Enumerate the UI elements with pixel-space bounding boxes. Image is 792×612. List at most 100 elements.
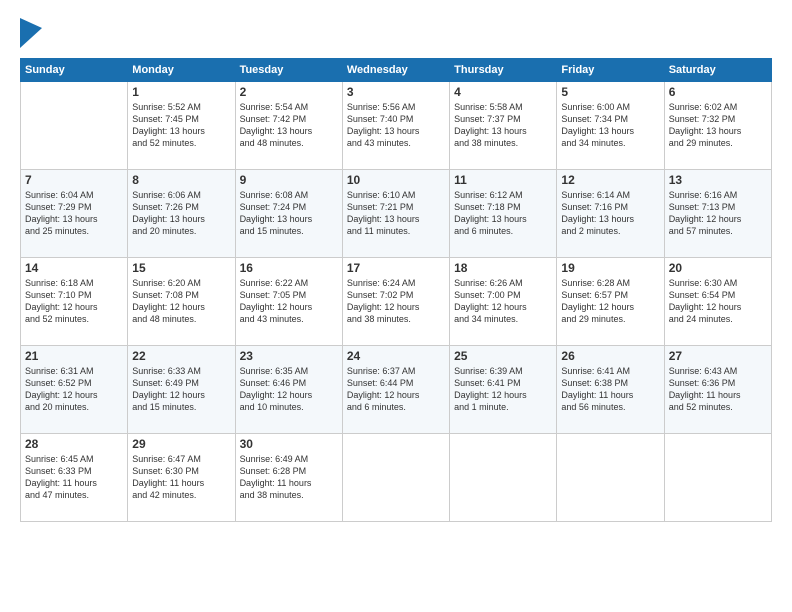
day-number: 30 <box>240 437 338 451</box>
day-info: Sunrise: 5:54 AM Sunset: 7:42 PM Dayligh… <box>240 101 338 150</box>
day-number: 10 <box>347 173 445 187</box>
day-number: 16 <box>240 261 338 275</box>
day-number: 25 <box>454 349 552 363</box>
day-info: Sunrise: 6:31 AM Sunset: 6:52 PM Dayligh… <box>25 365 123 414</box>
calendar-cell: 23 Sunrise: 6:35 AM Sunset: 6:46 PM Dayli… <box>235 346 342 434</box>
calendar-cell: 13 Sunrise: 6:16 AM Sunset: 7:13 PM Dayli… <box>664 170 771 258</box>
day-info: Sunrise: 5:52 AM Sunset: 7:45 PM Dayligh… <box>132 101 230 150</box>
calendar-cell <box>21 82 128 170</box>
weekday-header: Saturday <box>664 59 771 82</box>
calendar-cell: 29 Sunrise: 6:47 AM Sunset: 6:30 PM Dayli… <box>128 434 235 522</box>
day-number: 24 <box>347 349 445 363</box>
day-number: 27 <box>669 349 767 363</box>
day-info: Sunrise: 5:58 AM Sunset: 7:37 PM Dayligh… <box>454 101 552 150</box>
day-number: 8 <box>132 173 230 187</box>
day-info: Sunrise: 6:45 AM Sunset: 6:33 PM Dayligh… <box>25 453 123 502</box>
day-number: 22 <box>132 349 230 363</box>
day-info: Sunrise: 6:12 AM Sunset: 7:18 PM Dayligh… <box>454 189 552 238</box>
day-number: 28 <box>25 437 123 451</box>
day-info: Sunrise: 6:35 AM Sunset: 6:46 PM Dayligh… <box>240 365 338 414</box>
day-info: Sunrise: 6:28 AM Sunset: 6:57 PM Dayligh… <box>561 277 659 326</box>
calendar-cell: 9 Sunrise: 6:08 AM Sunset: 7:24 PM Daylig… <box>235 170 342 258</box>
day-number: 13 <box>669 173 767 187</box>
day-number: 2 <box>240 85 338 99</box>
calendar-week-row: 7 Sunrise: 6:04 AM Sunset: 7:29 PM Daylig… <box>21 170 772 258</box>
day-number: 26 <box>561 349 659 363</box>
calendar-week-row: 21 Sunrise: 6:31 AM Sunset: 6:52 PM Dayli… <box>21 346 772 434</box>
calendar-cell: 17Sunrise: 6:24 AM Sunset: 7:02 PM Dayli… <box>342 258 449 346</box>
day-number: 3 <box>347 85 445 99</box>
weekday-header: Tuesday <box>235 59 342 82</box>
calendar-cell: 24 Sunrise: 6:37 AM Sunset: 6:44 PM Dayli… <box>342 346 449 434</box>
day-number: 11 <box>454 173 552 187</box>
day-info: Sunrise: 6:14 AM Sunset: 7:16 PM Dayligh… <box>561 189 659 238</box>
day-info: Sunrise: 6:08 AM Sunset: 7:24 PM Dayligh… <box>240 189 338 238</box>
calendar-cell: 1Sunrise: 5:52 AM Sunset: 7:45 PM Daylig… <box>128 82 235 170</box>
calendar-cell: 22 Sunrise: 6:33 AM Sunset: 6:49 PM Dayli… <box>128 346 235 434</box>
day-number: 4 <box>454 85 552 99</box>
weekday-header: Thursday <box>450 59 557 82</box>
day-number: 12 <box>561 173 659 187</box>
day-number: 14 <box>25 261 123 275</box>
header <box>20 18 772 48</box>
day-info: Sunrise: 6:33 AM Sunset: 6:49 PM Dayligh… <box>132 365 230 414</box>
calendar-cell: 28 Sunrise: 6:45 AM Sunset: 6:33 PM Dayli… <box>21 434 128 522</box>
calendar-cell: 7 Sunrise: 6:04 AM Sunset: 7:29 PM Daylig… <box>21 170 128 258</box>
weekday-row: SundayMondayTuesdayWednesdayThursdayFrid… <box>21 59 772 82</box>
calendar-cell: 26 Sunrise: 6:41 AM Sunset: 6:38 PM Dayli… <box>557 346 664 434</box>
day-number: 29 <box>132 437 230 451</box>
day-info: Sunrise: 6:43 AM Sunset: 6:36 PM Dayligh… <box>669 365 767 414</box>
weekday-header: Monday <box>128 59 235 82</box>
day-info: Sunrise: 6:39 AM Sunset: 6:41 PM Dayligh… <box>454 365 552 414</box>
day-info: Sunrise: 6:06 AM Sunset: 7:26 PM Dayligh… <box>132 189 230 238</box>
calendar-cell: 27 Sunrise: 6:43 AM Sunset: 6:36 PM Dayli… <box>664 346 771 434</box>
day-number: 15 <box>132 261 230 275</box>
calendar-cell: 14Sunrise: 6:18 AM Sunset: 7:10 PM Dayli… <box>21 258 128 346</box>
calendar-cell <box>557 434 664 522</box>
calendar-week-row: 14Sunrise: 6:18 AM Sunset: 7:10 PM Dayli… <box>21 258 772 346</box>
day-info: Sunrise: 5:56 AM Sunset: 7:40 PM Dayligh… <box>347 101 445 150</box>
calendar-cell: 20Sunrise: 6:30 AM Sunset: 6:54 PM Dayli… <box>664 258 771 346</box>
calendar-week-row: 28 Sunrise: 6:45 AM Sunset: 6:33 PM Dayli… <box>21 434 772 522</box>
calendar-cell: 30 Sunrise: 6:49 AM Sunset: 6:28 PM Dayli… <box>235 434 342 522</box>
calendar-cell: 4 Sunrise: 5:58 AM Sunset: 7:37 PM Daylig… <box>450 82 557 170</box>
calendar-cell: 5Sunrise: 6:00 AM Sunset: 7:34 PM Daylig… <box>557 82 664 170</box>
day-info: Sunrise: 6:41 AM Sunset: 6:38 PM Dayligh… <box>561 365 659 414</box>
day-info: Sunrise: 6:10 AM Sunset: 7:21 PM Dayligh… <box>347 189 445 238</box>
day-info: Sunrise: 6:04 AM Sunset: 7:29 PM Dayligh… <box>25 189 123 238</box>
calendar-cell: 12 Sunrise: 6:14 AM Sunset: 7:16 PM Dayli… <box>557 170 664 258</box>
day-info: Sunrise: 6:26 AM Sunset: 7:00 PM Dayligh… <box>454 277 552 326</box>
calendar-week-row: 1Sunrise: 5:52 AM Sunset: 7:45 PM Daylig… <box>21 82 772 170</box>
day-number: 20 <box>669 261 767 275</box>
day-number: 21 <box>25 349 123 363</box>
calendar-cell: 11 Sunrise: 6:12 AM Sunset: 7:18 PM Dayli… <box>450 170 557 258</box>
calendar-cell: 3 Sunrise: 5:56 AM Sunset: 7:40 PM Daylig… <box>342 82 449 170</box>
calendar-body: 1Sunrise: 5:52 AM Sunset: 7:45 PM Daylig… <box>21 82 772 522</box>
calendar-cell: 10 Sunrise: 6:10 AM Sunset: 7:21 PM Dayli… <box>342 170 449 258</box>
day-info: Sunrise: 6:20 AM Sunset: 7:08 PM Dayligh… <box>132 277 230 326</box>
day-number: 18 <box>454 261 552 275</box>
calendar-cell: 6Sunrise: 6:02 AM Sunset: 7:32 PM Daylig… <box>664 82 771 170</box>
day-info: Sunrise: 6:16 AM Sunset: 7:13 PM Dayligh… <box>669 189 767 238</box>
calendar-cell <box>342 434 449 522</box>
day-info: Sunrise: 6:24 AM Sunset: 7:02 PM Dayligh… <box>347 277 445 326</box>
day-number: 23 <box>240 349 338 363</box>
day-info: Sunrise: 6:00 AM Sunset: 7:34 PM Dayligh… <box>561 101 659 150</box>
day-number: 9 <box>240 173 338 187</box>
logo-icon <box>20 18 42 48</box>
calendar-header: SundayMondayTuesdayWednesdayThursdayFrid… <box>21 59 772 82</box>
calendar-cell <box>450 434 557 522</box>
calendar-cell: 19 Sunrise: 6:28 AM Sunset: 6:57 PM Dayli… <box>557 258 664 346</box>
day-info: Sunrise: 6:47 AM Sunset: 6:30 PM Dayligh… <box>132 453 230 502</box>
weekday-header: Friday <box>557 59 664 82</box>
day-info: Sunrise: 6:49 AM Sunset: 6:28 PM Dayligh… <box>240 453 338 502</box>
weekday-header: Wednesday <box>342 59 449 82</box>
calendar-cell: 8 Sunrise: 6:06 AM Sunset: 7:26 PM Daylig… <box>128 170 235 258</box>
day-number: 6 <box>669 85 767 99</box>
calendar-cell: 15 Sunrise: 6:20 AM Sunset: 7:08 PM Dayli… <box>128 258 235 346</box>
page: SundayMondayTuesdayWednesdayThursdayFrid… <box>0 0 792 612</box>
day-info: Sunrise: 6:37 AM Sunset: 6:44 PM Dayligh… <box>347 365 445 414</box>
day-number: 7 <box>25 173 123 187</box>
day-number: 19 <box>561 261 659 275</box>
calendar-cell: 25 Sunrise: 6:39 AM Sunset: 6:41 PM Dayli… <box>450 346 557 434</box>
